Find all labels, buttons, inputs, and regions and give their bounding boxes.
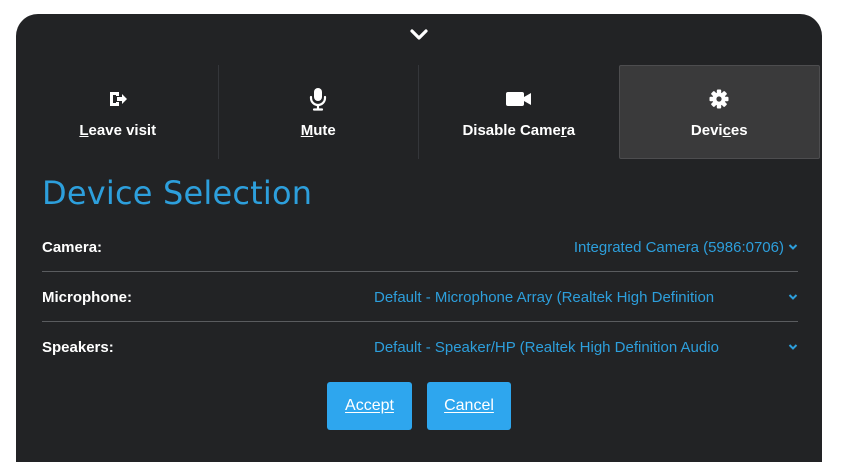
microphone-label: Microphone:: [42, 288, 132, 306]
chevron-down-icon: [788, 243, 798, 251]
microphone-row: Microphone: Default - Microphone Array (…: [42, 273, 798, 322]
mute-button[interactable]: Mute: [217, 65, 419, 159]
sign-out-icon: [108, 86, 128, 112]
dialog-title: Device Selection: [42, 174, 313, 212]
speakers-row: Speakers: Default - Speaker/HP (Realtek …: [42, 323, 798, 371]
disable-camera-label: Disable Camera: [462, 121, 576, 139]
microphone-select[interactable]: Default - Microphone Array (Realtek High…: [374, 289, 798, 306]
accept-button-label: Accept: [345, 397, 394, 414]
chevron-down-icon: [788, 343, 798, 351]
video-camera-icon: [505, 86, 533, 112]
devices-button[interactable]: Devices: [618, 65, 820, 159]
call-toolbar: Leave visit Mute Disable Camera Devices: [18, 65, 820, 159]
mute-label: Mute: [300, 121, 336, 139]
cancel-button-label: Cancel: [444, 397, 494, 414]
speakers-select[interactable]: Default - Speaker/HP (Realtek High Defin…: [374, 339, 798, 356]
camera-label: Camera:: [42, 238, 103, 256]
disable-camera-button[interactable]: Disable Camera: [418, 65, 619, 159]
collapse-chevron-button[interactable]: [404, 22, 434, 48]
leave-visit-label: Leave visit: [79, 121, 157, 139]
speakers-label: Speakers:: [42, 338, 114, 356]
chevron-down-icon: [788, 293, 798, 301]
camera-select-value: Integrated Camera (5986:0706): [573, 238, 784, 256]
speakers-select-value: Default - Speaker/HP (Realtek High Defin…: [374, 338, 719, 356]
gear-icon: [709, 86, 729, 112]
cancel-button[interactable]: Cancel: [427, 382, 511, 430]
call-controls-panel: Leave visit Mute Disable Camera Devices …: [16, 14, 822, 462]
leave-visit-button[interactable]: Leave visit: [18, 65, 218, 159]
devices-label: Devices: [690, 121, 748, 139]
camera-select[interactable]: Integrated Camera (5986:0706): [574, 239, 798, 256]
chevron-down-icon: [410, 29, 428, 40]
camera-row: Camera: Integrated Camera (5986:0706): [42, 223, 798, 272]
microphone-select-value: Default - Microphone Array (Realtek High…: [374, 288, 715, 306]
accept-button[interactable]: Accept: [327, 382, 412, 430]
microphone-icon: [309, 86, 327, 112]
